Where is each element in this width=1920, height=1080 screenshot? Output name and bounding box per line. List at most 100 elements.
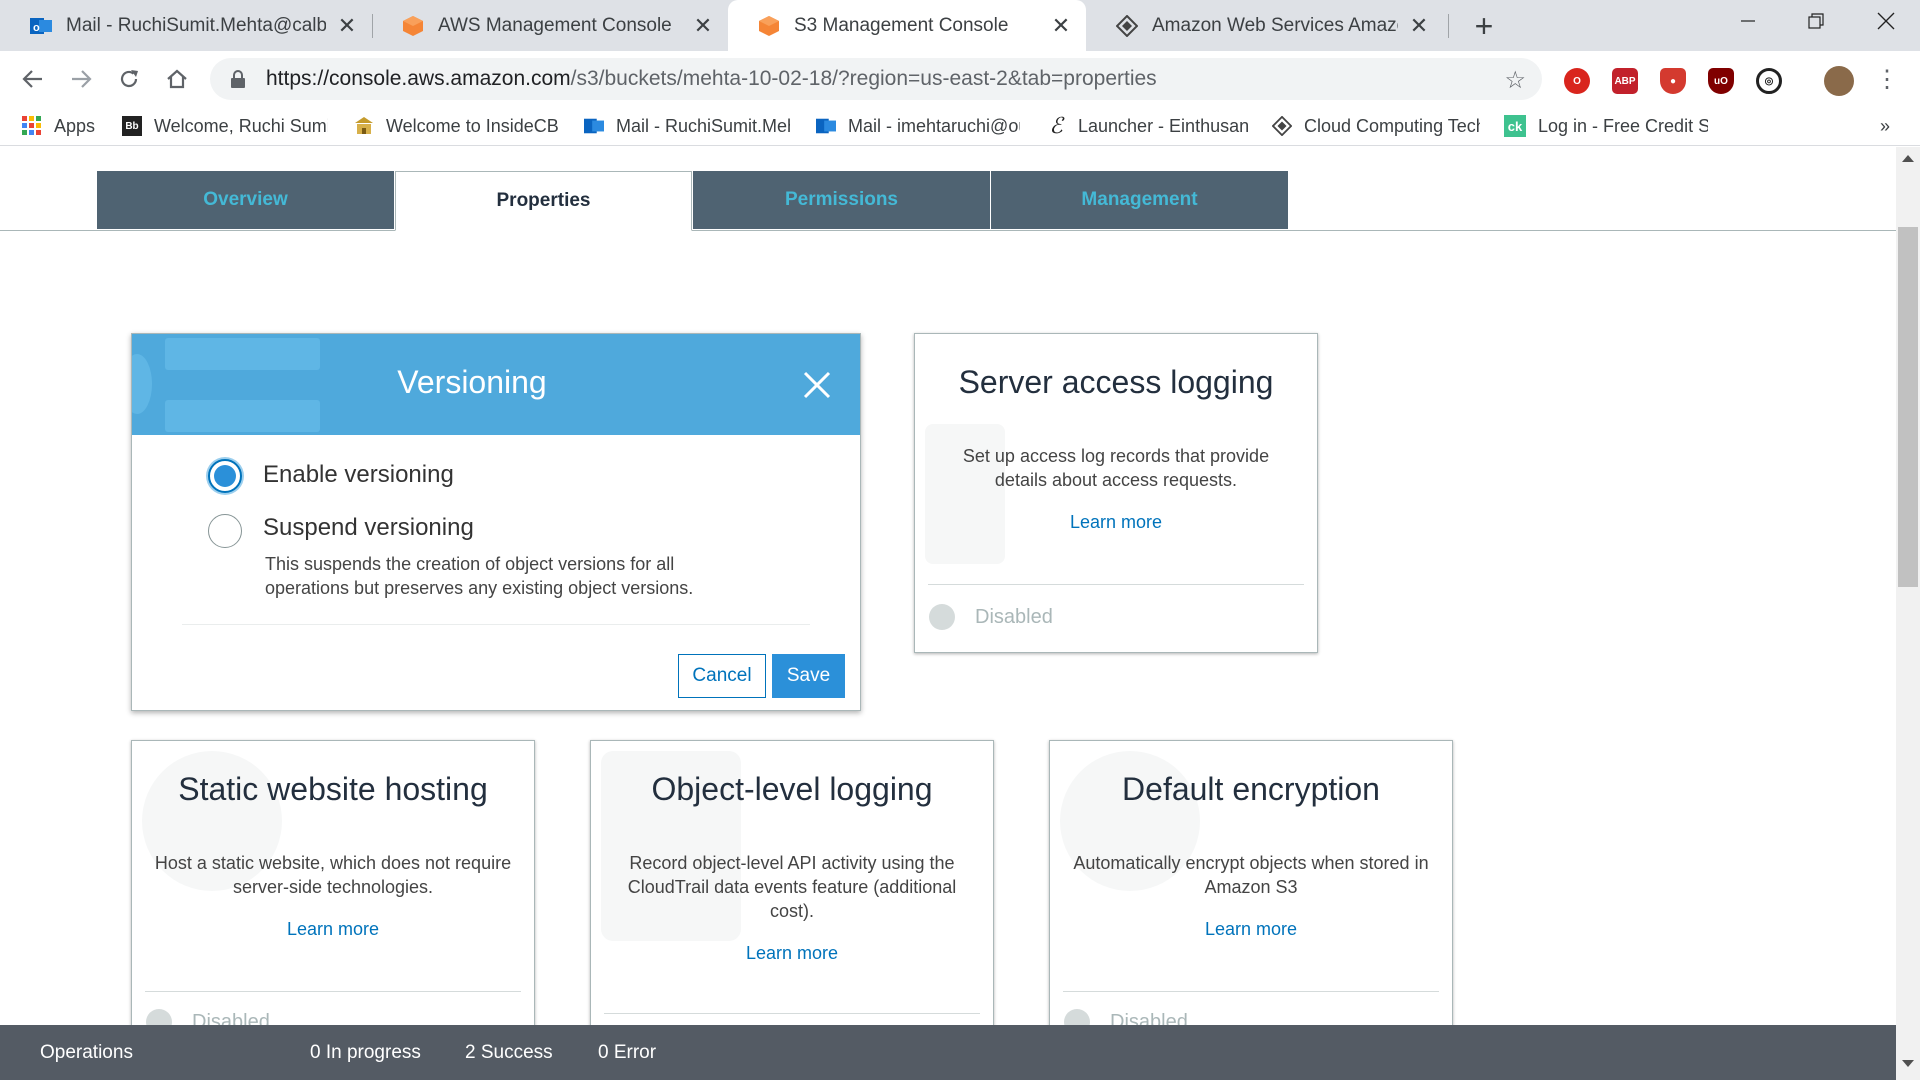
browser-toolbar: https://console.aws.amazon.com/s3/bucket… (0, 51, 1920, 106)
scroll-up-arrow-icon[interactable] (1902, 155, 1914, 162)
scrollbar-thumb[interactable] (1898, 227, 1918, 587)
suspend-versioning-description: This suspends the creation of object ver… (265, 554, 694, 598)
operations-success: 2 Success (465, 1042, 553, 1063)
outlook-icon (816, 116, 836, 136)
learn-more-link[interactable]: Learn more (132, 919, 534, 940)
bookmark-star-icon[interactable]: ☆ (1504, 66, 1526, 95)
learn-more-link[interactable]: Learn more (1050, 919, 1452, 940)
bookmark-blackboard[interactable]: Bb Welcome, Ruchi Sumit (122, 112, 328, 140)
tab-separator (1448, 14, 1449, 38)
cloud-diamond-icon (1272, 116, 1292, 136)
operations-error: 0 Error (598, 1042, 657, 1063)
apps-grid-icon (22, 116, 42, 136)
save-button[interactable]: Save (772, 654, 845, 698)
browser-tab-amazon-s3[interactable]: Amazon Web Services Amazon S3 ✕ (1086, 0, 1444, 51)
address-bar[interactable]: https://console.aws.amazon.com/s3/bucket… (210, 58, 1542, 100)
browser-menu-icon[interactable]: ⋮ (1868, 60, 1906, 98)
bookmark-mail-outlook[interactable]: Mail - imehtaruchi@outlook (816, 112, 1020, 140)
server-access-logging-card[interactable]: Server access logging Set up access log … (914, 333, 1318, 653)
status-dot (146, 1009, 172, 1025)
close-window-icon[interactable] (1852, 0, 1920, 42)
status-dot (929, 604, 955, 630)
cancel-button[interactable]: Cancel (678, 654, 766, 698)
close-tab-icon[interactable]: ✕ (336, 13, 358, 38)
tab-overview[interactable]: Overview (97, 171, 394, 229)
browser-tab-s3-console[interactable]: S3 Management Console ✕ (728, 0, 1086, 51)
operations-in-progress: 0 In progress (310, 1042, 421, 1063)
enable-versioning-label[interactable]: Enable versioning (263, 461, 454, 489)
learn-more-link[interactable]: Learn more (915, 512, 1317, 533)
tab-baseline (0, 230, 1896, 231)
card-divider (604, 1013, 980, 1014)
s3-properties-page: Overview Properties Permissions Manageme… (0, 147, 1896, 1025)
new-tab-button[interactable]: + (1466, 8, 1502, 44)
aws-cube-icon (402, 15, 424, 37)
static-website-hosting-card[interactable]: Static website hosting Host a static web… (131, 740, 535, 1025)
status-label: Disabled (1110, 1010, 1188, 1026)
minimize-window-icon[interactable] (1714, 0, 1782, 42)
adblock-extension-icon[interactable]: ABP (1612, 68, 1638, 94)
object-level-logging-card[interactable]: Object-level logging Record object-level… (590, 740, 994, 1025)
bookmark-label: Launcher - Einthusan (1078, 115, 1250, 136)
close-tab-icon[interactable]: ✕ (1050, 13, 1072, 38)
restore-window-icon[interactable] (1782, 0, 1850, 42)
tab-management[interactable]: Management (991, 171, 1288, 229)
card-title: Static website hosting (178, 771, 488, 807)
close-tab-icon[interactable]: ✕ (692, 13, 714, 38)
status-indicator: Disabled (146, 1009, 270, 1025)
suspend-versioning-radio[interactable] (208, 514, 242, 548)
home-icon[interactable] (158, 60, 196, 98)
versioning-header: Versioning (132, 334, 860, 435)
close-icon[interactable] (800, 368, 834, 402)
status-label: Disabled (975, 605, 1053, 628)
creditkarma-icon: ck (1504, 115, 1526, 137)
card-divider (1063, 991, 1439, 992)
bookmark-cloud-computing[interactable]: Cloud Computing Technologies (1272, 112, 1480, 140)
status-dot (1064, 1009, 1090, 1025)
operations-bar[interactable]: Operations 0 In progress 2 Success 0 Err… (0, 1025, 1896, 1080)
bookmark-insidecbu[interactable]: Welcome to InsideCBU (354, 112, 558, 140)
card-description: Host a static website, which does not re… (154, 853, 512, 897)
enable-versioning-radio[interactable] (208, 459, 242, 493)
opera-extension-icon[interactable]: O (1564, 68, 1590, 94)
bookmark-einthusan[interactable]: ℰ Launcher - Einthusan (1046, 112, 1252, 140)
bookmarks-overflow-button[interactable]: » (1880, 112, 1890, 140)
page-scrollbar[interactable] (1896, 147, 1920, 1080)
modal-divider (182, 624, 810, 625)
bookmark-label: Mail - RuchiSumit.Mehta (616, 115, 790, 136)
reload-icon[interactable] (110, 60, 148, 98)
tab-properties[interactable]: Properties (395, 171, 692, 231)
svg-text:o: o (33, 22, 40, 34)
learn-more-link[interactable]: Learn more (591, 943, 993, 964)
profile-avatar[interactable] (1824, 66, 1854, 96)
browser-tab-mail[interactable]: o Mail - RuchiSumit.Mehta@calbaptist.edu… (0, 0, 372, 51)
loop-extension-icon[interactable]: ◎ (1756, 68, 1782, 94)
bookmark-credit-karma[interactable]: ck Log in - Free Credit Score (1504, 112, 1708, 140)
bookmark-apps[interactable]: Apps (22, 112, 102, 140)
back-arrow-icon[interactable] (14, 60, 52, 98)
tab-permissions[interactable]: Permissions (693, 171, 990, 229)
bookmark-label: Welcome to InsideCBU (386, 115, 558, 136)
scroll-down-arrow-icon[interactable] (1902, 1060, 1914, 1067)
bookmark-label: Welcome, Ruchi Sumit (154, 115, 328, 136)
bookmark-mail-cbu[interactable]: Mail - RuchiSumit.Mehta (584, 112, 790, 140)
tab-title: Amazon Web Services Amazon S3 (1152, 14, 1398, 36)
versioning-card: Versioning Enable versioning Suspend ver… (131, 333, 861, 711)
browser-tab-aws-console[interactable]: AWS Management Console ✕ (372, 0, 728, 51)
default-encryption-card[interactable]: Default encryption Automatically encrypt… (1049, 740, 1453, 1025)
shield-extension-icon[interactable]: ● (1660, 68, 1686, 94)
suspend-versioning-label[interactable]: Suspend versioning (263, 514, 474, 542)
outlook-icon: o (30, 15, 52, 37)
close-tab-icon[interactable]: ✕ (1408, 13, 1430, 38)
operations-label[interactable]: Operations (40, 1042, 133, 1064)
card-title: Default encryption (1122, 771, 1380, 807)
forward-arrow-icon[interactable] (62, 60, 100, 98)
tab-title: S3 Management Console (794, 14, 1009, 36)
status-indicator: Disabled (1064, 1009, 1188, 1025)
tab-title: AWS Management Console (438, 14, 672, 36)
ublock-extension-icon[interactable]: uO (1708, 68, 1734, 94)
blackboard-icon: Bb (122, 116, 142, 136)
card-description: Automatically encrypt objects when store… (1073, 853, 1429, 897)
card-title: Object-level logging (651, 771, 933, 807)
card-description: Record object-level API activity using t… (627, 853, 957, 921)
